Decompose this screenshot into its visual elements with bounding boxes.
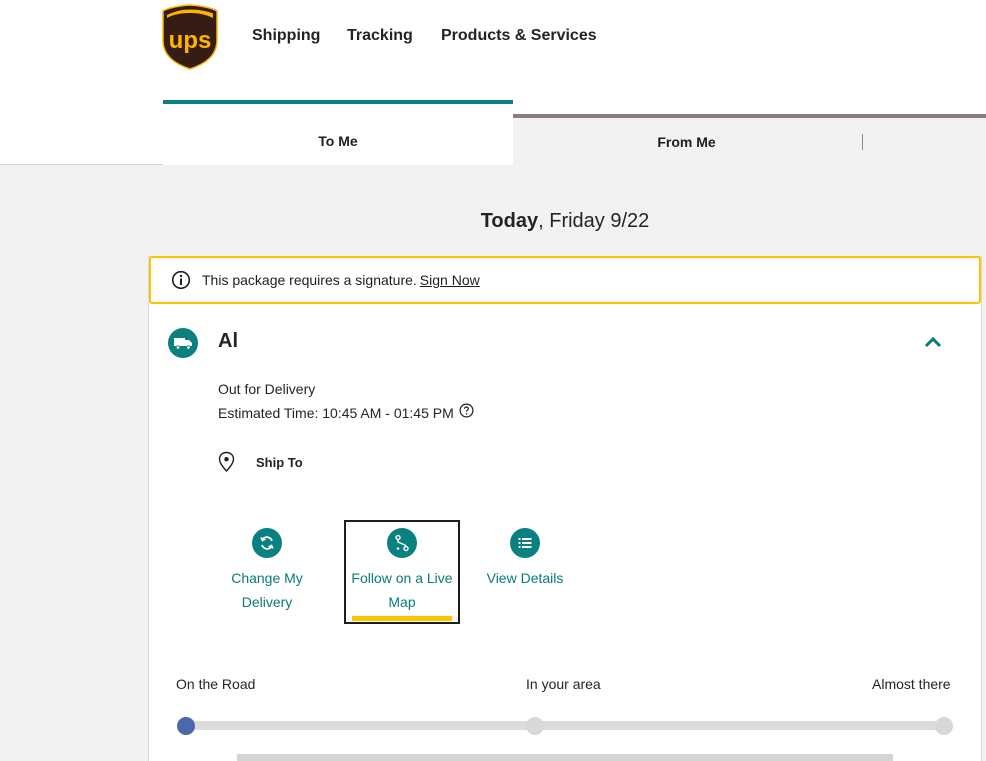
signature-alert: This package requires a signature. Sign …: [149, 256, 981, 304]
view-details-label: View Details: [486, 570, 564, 586]
info-icon: [171, 270, 191, 290]
progress-step-on-the-road: On the Road: [176, 676, 256, 692]
progress-dot-2: [526, 717, 544, 735]
alert-text: This package requires a signature.: [202, 272, 417, 288]
scrolled-content-bar: [237, 754, 893, 761]
sign-now-link[interactable]: Sign Now: [420, 272, 480, 288]
svg-text:ups: ups: [169, 27, 212, 54]
view-details-button[interactable]: View Details: [480, 528, 570, 590]
follow-map-line1: Follow on a Live: [351, 570, 453, 586]
nav-shipping[interactable]: Shipping: [252, 27, 320, 45]
change-delivery-button[interactable]: Change My Delivery: [222, 528, 312, 614]
progress-dot-3: [935, 717, 953, 735]
tab-divider: [862, 134, 863, 150]
follow-live-map-button[interactable]: Follow on a Live Map: [344, 520, 460, 624]
progress-dot-1: [177, 717, 195, 735]
site-header: ups Shipping Tracking Products & Service…: [0, 0, 986, 100]
delivery-status: Out for Delivery: [218, 381, 316, 397]
change-delivery-line1: Change My: [231, 570, 303, 586]
help-icon[interactable]: [459, 403, 474, 418]
progress-track: [186, 721, 944, 730]
date-heading: Today, Friday 9/22: [480, 210, 650, 232]
tab-to-me[interactable]: To Me: [163, 100, 513, 165]
chevron-up-icon[interactable]: [922, 334, 944, 350]
progress-step-almost-there: Almost there: [872, 676, 951, 692]
nav-tracking[interactable]: Tracking: [347, 27, 413, 45]
truck-icon: [168, 328, 198, 358]
follow-map-line2: Map: [388, 594, 416, 610]
progress-step-in-your-area: In your area: [526, 676, 601, 692]
location-pin-icon: [218, 451, 235, 473]
focus-underline: [352, 616, 452, 621]
change-delivery-line2: Delivery: [241, 594, 293, 610]
ups-logo-icon[interactable]: ups: [161, 4, 219, 70]
ship-to-label: Ship To: [256, 455, 303, 470]
tab-bar: To Me From Me: [0, 100, 986, 165]
estimated-time: Estimated Time: 10:45 AM - 01:45 PM: [218, 405, 454, 421]
tab-from-me[interactable]: From Me: [513, 114, 986, 165]
package-name: Al: [218, 330, 238, 352]
list-icon: [510, 528, 540, 558]
route-icon: [387, 528, 417, 558]
nav-products-services[interactable]: Products & Services: [441, 27, 597, 45]
refresh-icon: [252, 528, 282, 558]
